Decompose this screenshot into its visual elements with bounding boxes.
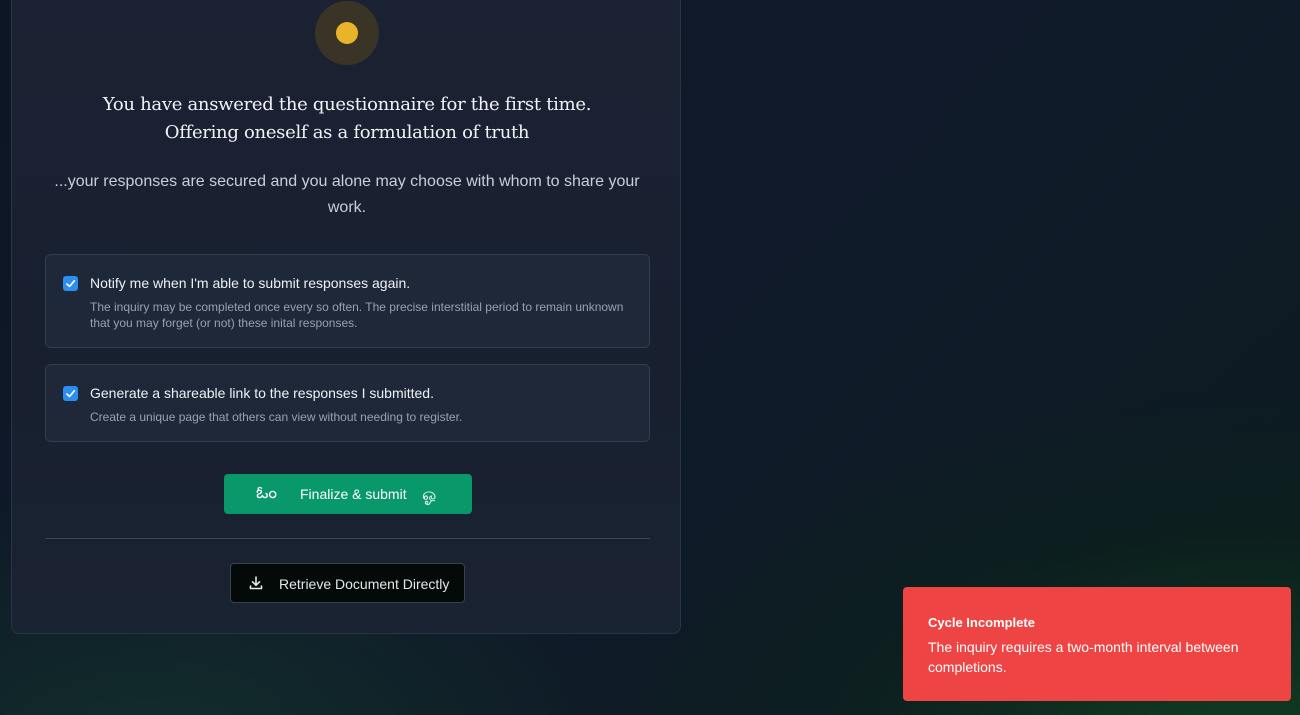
headline-line-2: Offering oneself as a formulation of tru… [164,122,530,143]
share-link-option[interactable]: Generate a shareable link to the respons… [45,364,650,442]
divider [45,538,650,539]
notify-option-description: The inquiry may be completed once every … [90,300,624,330]
toast-title: Cycle Incomplete [928,615,1035,630]
checkmark-icon [66,279,76,288]
headline-line-1: You have answered the questionnaire for … [102,94,592,115]
share-link-option-description: Create a unique page that others can vie… [90,410,463,424]
retrieve-document-label: Retrieve Document Directly [279,576,450,592]
finalize-submit-label: Finalize & submit [300,486,407,502]
finalize-submit-button[interactable]: ఓం Finalize & submit ஓ [224,474,472,514]
checkmark-icon [66,389,76,398]
share-link-option-title: Generate a shareable link to the respons… [90,385,434,401]
notify-checkbox[interactable] [63,276,78,291]
toast-message: The inquiry requires a two-month interva… [928,639,1239,675]
page-title: You have answered the questionnaire for … [12,91,682,147]
tamil-glyph-icon: ஓ [422,485,437,504]
share-link-checkbox[interactable] [63,386,78,401]
emblem-dot [336,22,358,44]
om-glyph-icon: ఓం [256,483,278,502]
download-icon [249,576,263,590]
sun-emblem-icon [315,1,379,65]
completion-card: You have answered the questionnaire for … [11,0,681,634]
notify-option[interactable]: Notify me when I'm able to submit respon… [45,254,650,348]
notify-option-title: Notify me when I'm able to submit respon… [90,275,411,291]
retrieve-document-button[interactable]: Retrieve Document Directly [230,563,465,603]
subtitle-text: ...your responses are secured and you al… [54,173,640,216]
error-toast[interactable]: Cycle Incomplete The inquiry requires a … [903,587,1291,701]
